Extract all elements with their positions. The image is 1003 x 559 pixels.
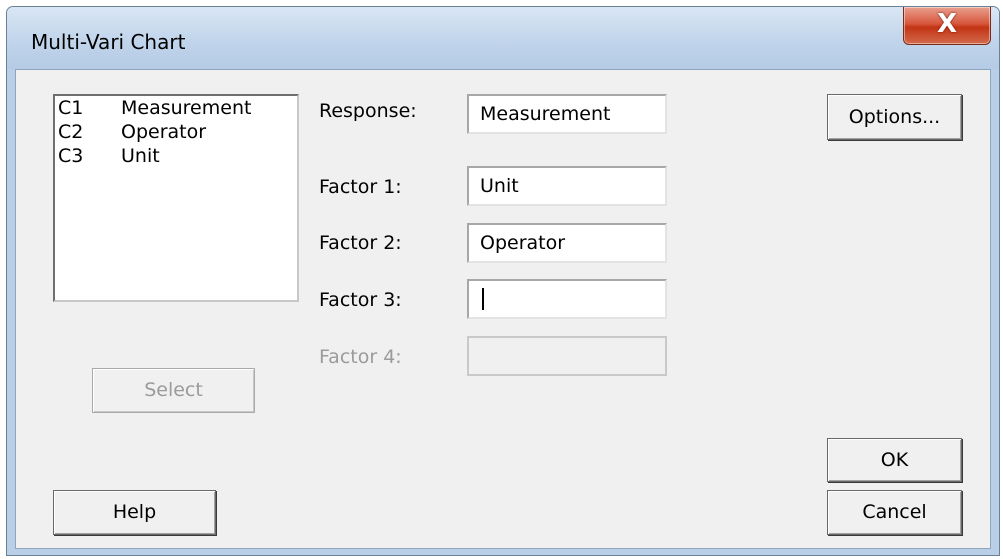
variable-code: C2	[58, 121, 84, 143]
variable-list[interactable]: C1 Measurement C2 Operator C3 Unit	[53, 94, 299, 302]
variable-name: Measurement	[121, 97, 252, 119]
close-button[interactable]: X	[903, 7, 991, 45]
dialog-window: Multi-Vari Chart X C1 Measurement C2 Ope…	[6, 6, 1000, 556]
cancel-button[interactable]: Cancel	[827, 490, 962, 535]
dialog-title: Multi-Vari Chart	[31, 30, 186, 54]
variable-code: C3	[58, 145, 84, 167]
factor4-field	[467, 336, 667, 376]
factor3-label: Factor 3:	[319, 289, 402, 311]
title-bar[interactable]: Multi-Vari Chart X	[7, 7, 999, 69]
variable-name: Operator	[121, 121, 207, 143]
select-button: Select	[92, 368, 255, 413]
dialog-body: C1 Measurement C2 Operator C3 Unit Respo…	[15, 69, 991, 549]
response-label: Response:	[319, 100, 417, 122]
ok-button[interactable]: OK	[827, 438, 962, 482]
factor3-field[interactable]	[467, 279, 667, 319]
response-field[interactable]: Measurement	[467, 94, 667, 134]
variable-code: C1	[58, 97, 84, 119]
factor2-field[interactable]: Operator	[467, 223, 667, 263]
options-button[interactable]: Options...	[827, 94, 962, 140]
close-icon: X	[936, 9, 958, 39]
factor2-label: Factor 2:	[319, 232, 402, 254]
text-cursor	[482, 288, 484, 310]
help-button[interactable]: Help	[53, 490, 216, 535]
list-item[interactable]: C2 Operator	[55, 120, 297, 144]
list-item[interactable]: C3 Unit	[55, 144, 297, 168]
list-item[interactable]: C1 Measurement	[55, 96, 297, 120]
factor4-label: Factor 4:	[319, 346, 402, 368]
factor1-field[interactable]: Unit	[467, 166, 667, 206]
variable-name: Unit	[121, 145, 160, 167]
factor1-label: Factor 1:	[319, 176, 402, 198]
